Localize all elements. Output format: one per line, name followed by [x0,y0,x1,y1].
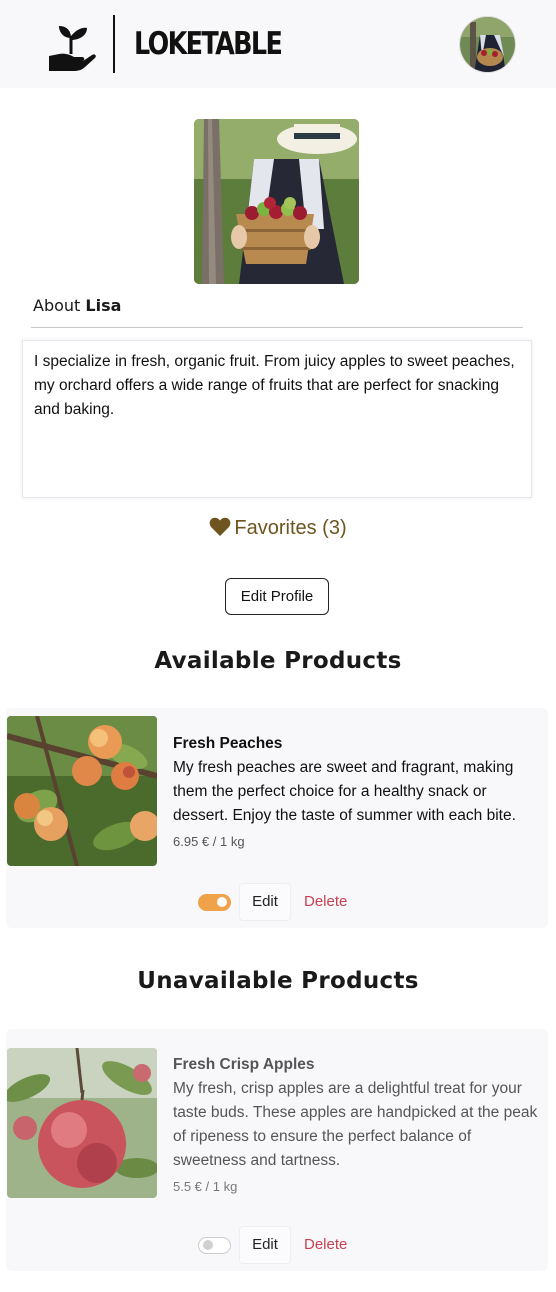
favorites-label: Favorites (3) [234,517,347,539]
product-description: My fresh, crisp apples are a delightful … [173,1080,538,1169]
profile-photo [194,119,359,284]
available-products-heading: Available Products [154,648,402,674]
delete-product-button[interactable]: Delete [304,883,347,921]
toggle-knob [217,897,227,907]
favorites-link[interactable]: Favorites (3) [0,517,556,540]
product-info: Fresh Peaches My fresh peaches are sweet… [173,734,538,849]
user-avatar[interactable] [459,16,516,73]
heart-icon [209,517,231,537]
brand-name[interactable]: LOKETABLE [134,26,283,62]
toggle-knob [203,1240,213,1250]
profile-name: Lisa [85,296,122,315]
apple-photo [7,1048,157,1198]
edit-profile-button[interactable]: Edit Profile [225,578,329,615]
bio-text: I specialize in fresh, organic fruit. Fr… [22,340,532,498]
product-actions: Edit Delete [6,883,548,921]
product-name: Fresh Crisp Apples [173,1056,315,1073]
about-divider [31,327,523,328]
product-name: Fresh Peaches [173,735,283,752]
logo-divider [113,15,115,73]
product-price: 5.5 € / 1 kg [173,1179,238,1194]
availability-toggle[interactable] [198,894,231,911]
delete-product-button[interactable]: Delete [304,1226,347,1264]
hand-sprout-icon[interactable] [47,20,97,72]
top-bar: LOKETABLE [0,0,556,88]
peaches-photo [7,716,157,866]
unavailable-products-heading: Unavailable Products [137,968,419,994]
availability-toggle[interactable] [198,1237,231,1254]
about-label: About [33,296,81,315]
edit-product-button[interactable]: Edit [239,883,291,921]
product-card: Fresh Crisp Apples My fresh, crisp apple… [6,1029,548,1271]
edit-product-button[interactable]: Edit [239,1226,291,1264]
product-description: My fresh peaches are sweet and fragrant,… [173,759,516,824]
about-heading: About Lisa [33,296,121,315]
product-actions: Edit Delete [6,1226,548,1264]
product-price: 6.95 € / 1 kg [173,834,245,849]
product-info: Fresh Crisp Apples My fresh, crisp apple… [173,1055,538,1194]
product-card: Fresh Peaches My fresh peaches are sweet… [6,708,548,928]
